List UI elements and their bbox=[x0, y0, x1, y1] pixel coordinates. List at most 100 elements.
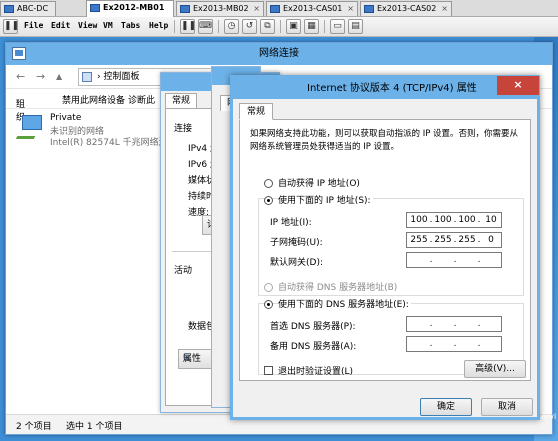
alternate-dns-field[interactable]: . . . bbox=[406, 336, 502, 352]
auto-dns-radio[interactable] bbox=[264, 283, 273, 292]
ip-octet-4: 10 bbox=[485, 215, 497, 225]
general-panel: 如果网络支持此功能，则可以获取自动指派的 IP 设置。否则，你需要从网络系统管理… bbox=[239, 119, 531, 381]
ipv4-dialog-titlebar[interactable]: Internet 协议版本 4 (TCP/IPv4) 属性 × bbox=[233, 76, 539, 99]
ip-address-label: IP 地址(I): bbox=[270, 218, 312, 228]
vm-tab-abc-dc[interactable]: ABC-DC bbox=[0, 1, 56, 16]
vm-tab-label: Ex2012-MB01 bbox=[103, 3, 165, 12]
chevron-down-icon: ▾ bbox=[16, 97, 20, 105]
unity-icon[interactable]: ▦ bbox=[304, 19, 319, 34]
validate-on-exit-label: 退出时验证设置(L) bbox=[278, 367, 354, 377]
mask-octet-4: 0 bbox=[488, 235, 494, 245]
menu-tabs[interactable]: Tabs bbox=[121, 21, 140, 30]
menu-view[interactable]: View bbox=[78, 21, 97, 30]
preferred-dns-label: 首选 DNS 服务器(P): bbox=[270, 322, 356, 332]
snapshot-icon[interactable]: ◷ bbox=[224, 19, 239, 34]
vm-icon bbox=[364, 5, 374, 13]
network-adapter-item[interactable]: Private 未识别的网络 Intel(R) 82574L 千兆网络连... bbox=[15, 113, 176, 153]
vm-tab-label: Ex2013-CAS01 bbox=[283, 4, 343, 13]
properties-label: 属性 bbox=[183, 354, 202, 364]
toolbar-separator bbox=[324, 20, 325, 33]
toolbar-separator bbox=[280, 20, 281, 33]
revert-snapshot-icon[interactable]: ↺ bbox=[242, 19, 257, 34]
menu-help[interactable]: Help bbox=[149, 21, 168, 30]
desktop-edge-text: ervi bbox=[541, 412, 557, 421]
console-view-icon[interactable]: ▭ bbox=[330, 19, 345, 34]
manual-ip-radio[interactable] bbox=[264, 196, 273, 205]
breadcrumb-control-panel[interactable]: 控制面板 bbox=[103, 72, 139, 82]
send-ctrl-alt-del-icon[interactable]: ⌨ bbox=[198, 19, 213, 34]
menu-vm[interactable]: VM bbox=[103, 21, 113, 30]
auto-ip-label: 自动获得 IP 地址(O) bbox=[278, 179, 360, 189]
adapter-device: Intel(R) 82574L 千兆网络连... bbox=[50, 138, 177, 148]
vm-icon bbox=[4, 5, 14, 13]
default-gateway-field[interactable]: . . . bbox=[406, 252, 502, 268]
auto-ip-radio[interactable] bbox=[264, 179, 273, 188]
mask-octet-3: 255 bbox=[458, 235, 476, 245]
vm-tab-ex2013-cas02[interactable]: Ex2013-CAS02 × bbox=[360, 1, 452, 16]
network-connections-titlebar[interactable]: 网络连接 bbox=[6, 43, 552, 65]
manual-dns-label: 使用下面的 DNS 服务器地址(E): bbox=[278, 297, 411, 310]
close-tab-icon[interactable]: × bbox=[441, 2, 448, 16]
vm-tab-bar: ABC-DC Ex2012-MB01 Ex2013-MB02 × Ex2013-… bbox=[0, 0, 558, 17]
toolbar-separator bbox=[174, 20, 175, 33]
mask-octet-2: 255 bbox=[434, 235, 452, 245]
ipv4-properties-dialog: Internet 协议版本 4 (TCP/IPv4) 属性 × 常规 如果网络支… bbox=[230, 75, 540, 420]
validate-on-exit-checkbox[interactable] bbox=[264, 366, 273, 375]
vm-tab-label: ABC-DC bbox=[17, 4, 49, 13]
up-arrow-icon[interactable]: ▲ bbox=[56, 72, 62, 81]
adapter-name: Private bbox=[50, 113, 82, 123]
fullscreen-icon[interactable]: ▣ bbox=[286, 19, 301, 34]
menu-file[interactable]: File bbox=[24, 21, 43, 30]
toolbar-separator bbox=[218, 20, 219, 33]
tab-general[interactable]: 常规 bbox=[165, 93, 198, 109]
vm-icon bbox=[90, 4, 100, 12]
ok-button[interactable]: 确定 bbox=[420, 398, 472, 416]
advanced-button[interactable]: 高级(V)... bbox=[464, 360, 526, 378]
menu-edit[interactable]: Edit bbox=[51, 21, 70, 30]
tab-general[interactable]: 常规 bbox=[239, 103, 274, 120]
vm-tab-ex2013-mb02[interactable]: Ex2013-MB02 × bbox=[176, 1, 264, 16]
network-adapter-icon bbox=[15, 115, 46, 139]
pause-icon[interactable]: ❚❚ bbox=[180, 19, 196, 34]
alternate-dns-label: 备用 DNS 服务器(A): bbox=[270, 342, 357, 352]
preferred-dns-field[interactable]: . . . bbox=[406, 316, 502, 332]
description-text: 如果网络支持此功能，则可以获取自动指派的 IP 设置。否则，你需要从网络系统管理… bbox=[250, 129, 519, 152]
connection-section: 连接 bbox=[174, 124, 193, 134]
vm-tab-label: Ex2013-MB02 bbox=[193, 4, 249, 13]
pause-icon[interactable]: ❚❚ bbox=[3, 19, 19, 34]
manage-snapshots-icon[interactable]: ⧉ bbox=[260, 19, 275, 34]
vm-tab-ex2013-cas01[interactable]: Ex2013-CAS01 × bbox=[266, 1, 358, 16]
selected-count: 选中 1 个项目 bbox=[66, 422, 123, 432]
close-tab-icon[interactable]: × bbox=[347, 2, 354, 16]
default-gateway-label: 默认网关(D): bbox=[270, 258, 323, 268]
subnet-mask-field[interactable]: 255 . 255 . 255 . 0 bbox=[406, 232, 502, 248]
close-tab-icon[interactable]: × bbox=[253, 2, 260, 16]
back-arrow-icon[interactable]: ← bbox=[16, 70, 25, 83]
network-folder-icon bbox=[12, 47, 26, 60]
diagnose-button[interactable]: 诊断此 bbox=[128, 93, 155, 106]
mask-octet-1: 255 bbox=[410, 235, 428, 245]
cancel-button[interactable]: 取消 bbox=[481, 398, 533, 416]
ip-address-field[interactable]: 100 . 100 . 100 . 10 bbox=[406, 212, 502, 228]
ip-octet-2: 100 bbox=[434, 215, 452, 225]
vm-icon bbox=[180, 5, 190, 13]
control-panel-icon bbox=[82, 72, 92, 82]
activity-section: 活动 bbox=[174, 266, 193, 276]
forward-arrow-icon[interactable]: → bbox=[36, 70, 45, 83]
manual-dns-radio[interactable] bbox=[264, 300, 273, 309]
thumbnail-icon[interactable]: ▤ bbox=[348, 19, 363, 34]
subnet-mask-label: 子网掩码(U): bbox=[270, 238, 323, 248]
items-count: 2 个项目 bbox=[16, 422, 52, 432]
close-icon: × bbox=[513, 78, 523, 91]
ipv4-dialog-title: Internet 协议版本 4 (TCP/IPv4) 属性 bbox=[307, 83, 477, 94]
disable-device-button[interactable]: 禁用此网络设备 bbox=[62, 93, 125, 106]
window-title: 网络连接 bbox=[259, 48, 299, 59]
ip-octet-3: 100 bbox=[458, 215, 476, 225]
close-button[interactable]: × bbox=[497, 76, 539, 95]
auto-dns-label: 自动获得 DNS 服务器地址(B) bbox=[278, 283, 398, 293]
manual-ip-label: 使用下面的 IP 地址(S): bbox=[278, 193, 373, 206]
vm-menu-bar: ❚❚ File Edit View VM Tabs Help ❚❚ ⌨ ◷ ↺ … bbox=[0, 17, 558, 37]
vm-tab-label: Ex2013-CAS02 bbox=[377, 4, 437, 13]
vm-tab-ex2012-mb01[interactable]: Ex2012-MB01 bbox=[86, 0, 174, 17]
vm-icon bbox=[270, 5, 280, 13]
